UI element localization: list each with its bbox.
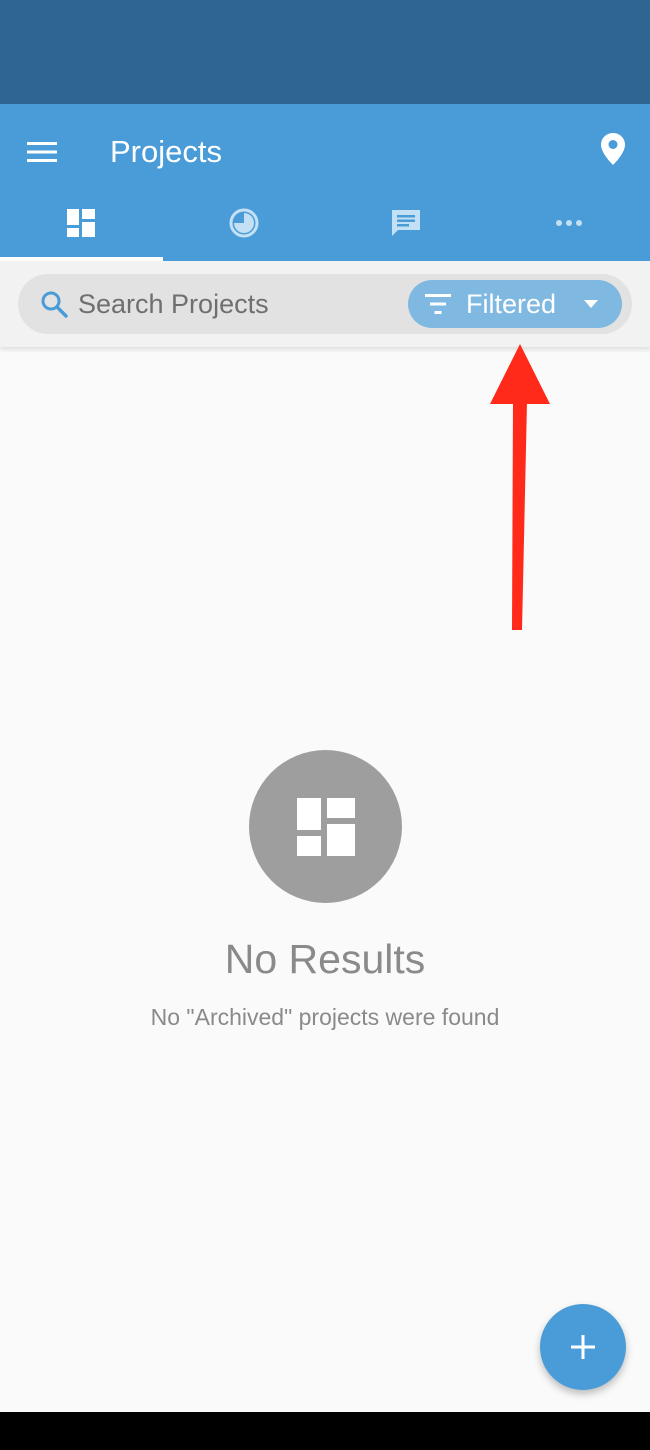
add-project-button[interactable] — [540, 1304, 626, 1390]
filter-dropdown-button[interactable]: Filtered — [408, 280, 622, 328]
dashboard-icon — [67, 209, 96, 237]
hamburger-menu-icon — [27, 142, 57, 162]
map-pin-icon — [601, 133, 625, 165]
empty-state-title: No Results — [224, 936, 426, 982]
page-title: Projects — [110, 134, 222, 169]
menu-button[interactable] — [16, 126, 68, 178]
tab-projects[interactable] — [0, 185, 163, 261]
search-input[interactable] — [78, 284, 398, 324]
filter-icon — [425, 294, 451, 314]
plus-icon — [571, 1335, 595, 1359]
empty-state-icon-badge — [249, 750, 402, 903]
annotation-arrow — [490, 344, 550, 630]
more-horizontal-icon — [555, 220, 582, 226]
projects-screen: Projects Search Projects Filtered No Res… — [0, 0, 650, 1450]
dashboard-icon — [296, 797, 355, 856]
clock-icon — [229, 208, 259, 238]
tab-more[interactable] — [488, 185, 650, 261]
search-bar: Filtered — [18, 274, 632, 334]
location-button[interactable] — [588, 124, 638, 174]
chat-icon — [392, 210, 421, 236]
tab-history[interactable] — [163, 185, 326, 261]
tab-messages[interactable] — [325, 185, 488, 261]
filter-label: Filtered — [466, 289, 557, 319]
caret-down-icon — [584, 300, 598, 308]
system-navigation-bar — [0, 1412, 650, 1450]
tab-bar — [0, 185, 650, 261]
app-bar: Projects — [0, 104, 650, 261]
search-section: Filtered — [0, 261, 650, 347]
status-bar — [0, 0, 650, 104]
search-icon — [41, 291, 68, 318]
empty-state-subtitle: No "Archived" projects were found — [150, 1004, 500, 1030]
